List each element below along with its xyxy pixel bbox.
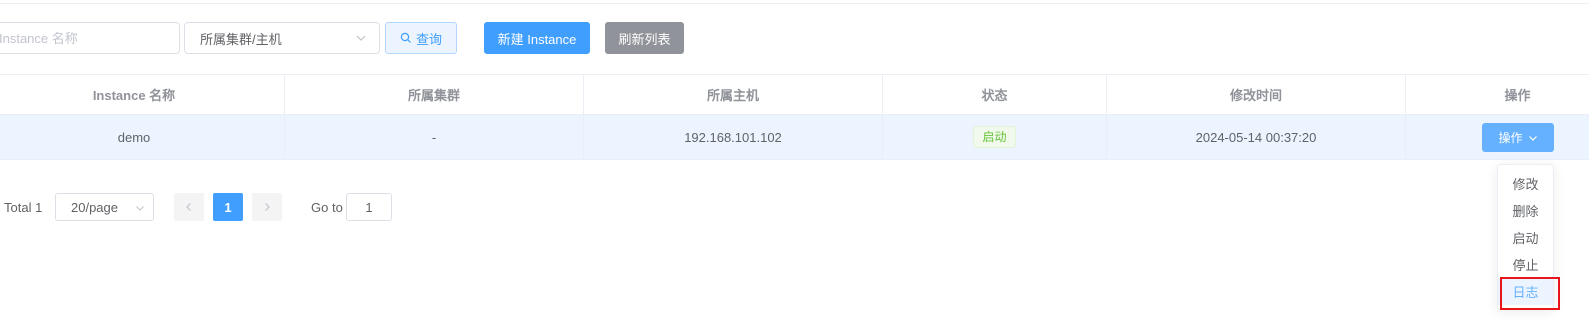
cell-instance-name: demo <box>0 115 285 159</box>
next-page-button[interactable] <box>252 193 282 221</box>
table-header-row: Instance 名称 所属集群 所属主机 状态 修改时间 操作 <box>0 74 1589 115</box>
page-number-current[interactable]: 1 <box>213 193 243 221</box>
cell-status: 启动 <box>883 115 1107 159</box>
table-row[interactable]: demo - 192.168.101.102 启动 2024-05-14 00:… <box>0 115 1589 160</box>
refresh-list-button-label: 刷新列表 <box>618 31 671 47</box>
cell-host: 192.168.101.102 <box>584 115 883 159</box>
menu-item-stop[interactable]: 停止 <box>1498 251 1553 278</box>
refresh-list-button[interactable]: 刷新列表 <box>605 22 684 54</box>
prev-page-button[interactable] <box>174 193 204 221</box>
pagination-total: Total 1 <box>4 200 43 215</box>
chevron-down-icon <box>355 32 367 47</box>
actions-dropdown-label: 操作 <box>1498 131 1523 145</box>
column-header-name: Instance 名称 <box>0 75 285 114</box>
status-badge: 启动 <box>973 126 1016 148</box>
top-divider <box>0 3 1589 4</box>
search-icon <box>400 32 412 44</box>
query-button-label: 查询 <box>415 31 442 47</box>
chevron-right-icon <box>262 200 272 215</box>
menu-item-edit[interactable]: 修改 <box>1498 170 1553 197</box>
instance-name-input-wrapper[interactable] <box>0 22 180 54</box>
column-header-cluster: 所属集群 <box>285 75 584 114</box>
cluster-host-select[interactable]: 所属集群/主机 <box>184 22 380 54</box>
column-header-host: 所属主机 <box>584 75 883 114</box>
column-header-modified: 修改时间 <box>1107 75 1406 114</box>
new-instance-button-label: 新建 Instance <box>497 31 577 47</box>
chevron-left-icon <box>184 200 194 215</box>
column-header-status: 状态 <box>883 75 1107 114</box>
highlight-box <box>1500 277 1560 310</box>
instance-name-input[interactable] <box>0 30 179 46</box>
cell-cluster: - <box>285 115 584 159</box>
column-header-actions: 操作 <box>1504 88 1531 103</box>
goto-label: Go to <box>311 200 343 215</box>
page-size-select[interactable]: 20/page <box>55 193 154 221</box>
chevron-down-icon <box>1528 133 1538 143</box>
cell-modified-time: 2024-05-14 00:37:20 <box>1107 115 1406 159</box>
page-size-value: 20/page <box>71 199 118 215</box>
menu-item-start[interactable]: 启动 <box>1498 224 1553 251</box>
chevron-down-icon <box>134 202 146 217</box>
menu-item-delete[interactable]: 删除 <box>1498 197 1553 224</box>
goto-page-input[interactable] <box>346 193 392 221</box>
new-instance-button[interactable]: 新建 Instance <box>484 22 590 54</box>
query-button[interactable]: 查询 <box>385 22 457 54</box>
actions-dropdown-button[interactable]: 操作 <box>1482 123 1554 152</box>
cluster-host-select-value: 所属集群/主机 <box>200 31 282 47</box>
